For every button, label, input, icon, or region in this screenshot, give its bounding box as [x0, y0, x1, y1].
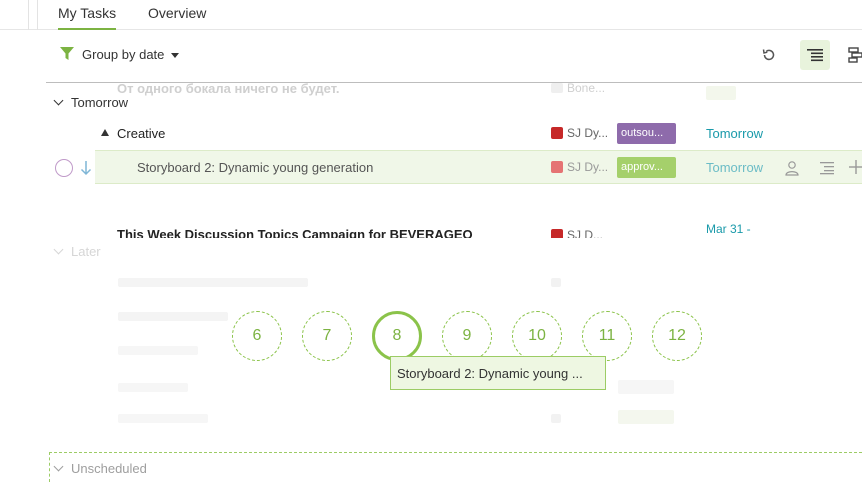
day-circle-9[interactable]: 9 — [442, 311, 492, 361]
add-icon[interactable] — [849, 160, 862, 174]
faded-color-square — [551, 83, 563, 93]
ghost-tag — [618, 380, 674, 394]
toolbar: Group by date — [46, 31, 862, 83]
section-unscheduled-label: Unscheduled — [71, 461, 147, 476]
tab-bar: My Tasks Overview — [0, 0, 862, 30]
undo-button[interactable] — [754, 40, 784, 70]
ghost-square — [551, 278, 561, 287]
day-circle-8[interactable]: 8 — [372, 311, 422, 361]
collapse-triangle-icon[interactable] — [101, 129, 109, 136]
day-circle-10[interactable]: 10 — [512, 311, 562, 361]
ghost-row — [118, 383, 188, 392]
day-circle-12[interactable]: 12 — [652, 311, 702, 361]
subtask-list-icon[interactable] — [819, 160, 835, 176]
section-later[interactable]: Later — [53, 244, 101, 259]
faded-assignee: Bone... — [567, 81, 606, 95]
project-color-square — [551, 229, 563, 238]
gantt-icon — [848, 47, 862, 63]
day-circle-6[interactable]: 6 — [232, 311, 282, 361]
indent-list-icon — [807, 49, 823, 62]
task-row-creative[interactable]: Creative SJ Dy... outsou... Tomorrow — [95, 117, 862, 151]
project-color-square — [551, 127, 563, 139]
chevron-down-icon — [53, 244, 64, 255]
assignee[interactable]: SJ Dy... — [567, 126, 608, 140]
group-by-date-label: Group by date — [82, 46, 165, 62]
ghost-row — [118, 312, 228, 321]
chevron-down-icon — [53, 461, 64, 472]
assignee[interactable]: SJ Dy... — [567, 160, 608, 174]
list-view-button[interactable] — [800, 40, 830, 70]
arrow-down-icon[interactable] — [80, 160, 92, 176]
task-title[interactable]: This Week Discussion Topics Campaign for… — [117, 227, 473, 238]
task-title[interactable]: Storyboard 2: Dynamic young generation — [137, 160, 373, 175]
due-date[interactable]: Tomorrow — [706, 160, 763, 175]
section-later-label: Later — [71, 244, 101, 259]
caret-down-icon — [171, 52, 180, 58]
due-date-this-week[interactable]: Mar 31 - — [706, 222, 751, 236]
chevron-down-icon — [53, 95, 64, 106]
ghost-row — [118, 346, 198, 355]
day-circle-7[interactable]: 7 — [302, 311, 352, 361]
assign-user-icon[interactable] — [784, 160, 800, 176]
section-tomorrow-label: Tomorrow — [71, 95, 129, 110]
faded-task-title: От одного бокала ничего не будет. — [117, 81, 340, 96]
project-color-square — [551, 161, 563, 173]
tab-overview[interactable]: Overview — [148, 0, 206, 30]
status-tag[interactable]: outsou... — [617, 123, 676, 144]
ghost-square — [551, 414, 561, 423]
task-checkbox[interactable] — [55, 159, 73, 177]
left-rails — [0, 0, 46, 30]
tab-my-tasks[interactable]: My Tasks — [58, 0, 117, 30]
assignee[interactable]: SJ D... — [567, 228, 603, 238]
section-tomorrow[interactable]: Tomorrow — [53, 95, 129, 110]
section-unscheduled[interactable]: Unscheduled — [53, 461, 147, 476]
gantt-view-button[interactable] — [840, 40, 862, 70]
ghost-row — [118, 414, 208, 423]
task-row-storyboard[interactable]: Storyboard 2: Dynamic young generation S… — [95, 150, 862, 184]
due-date[interactable]: Tomorrow — [706, 126, 763, 141]
ghost-tag — [618, 410, 674, 424]
unscheduled-dropzone[interactable] — [49, 452, 862, 482]
drag-tooltip: Storyboard 2: Dynamic young ... — [390, 356, 606, 390]
task-title[interactable]: Creative — [117, 126, 165, 141]
undo-icon — [762, 49, 775, 61]
day-circle-11[interactable]: 11 — [582, 311, 632, 361]
status-tag[interactable]: approv... — [617, 157, 676, 178]
faded-date-box — [706, 86, 736, 100]
filter-icon — [60, 47, 74, 60]
ghost-row — [118, 278, 308, 287]
group-by-date-button[interactable]: Group by date — [60, 45, 180, 63]
